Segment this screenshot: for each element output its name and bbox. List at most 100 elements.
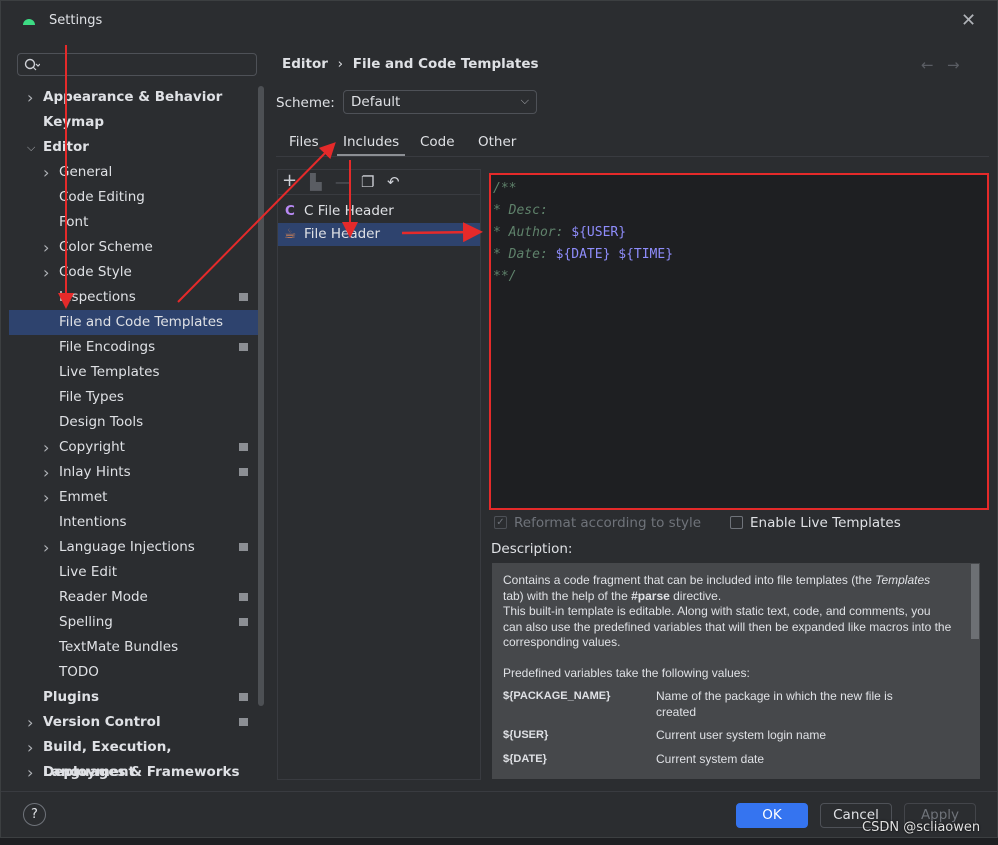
tree-item-label: Code Editing (59, 189, 145, 205)
tree-item-keymap[interactable]: Keymap (9, 110, 264, 135)
chevron-right-icon[interactable]: › (27, 760, 33, 785)
tree-item-todo[interactable]: TODO (9, 660, 264, 685)
chevron-right-icon[interactable]: › (43, 235, 49, 260)
enable-live-templates-checkbox[interactable] (730, 516, 743, 529)
tree-item-reader-mode[interactable]: Reader Mode (9, 585, 264, 610)
code-line: * Desc: (493, 203, 548, 218)
tree-item-build-execution-deployment[interactable]: › Build, Execution, Deployment (9, 735, 264, 780)
project-scope-icon (239, 618, 248, 626)
tree-item-design-tools[interactable]: Design Tools (9, 410, 264, 435)
chevron-right-icon[interactable]: › (43, 160, 49, 185)
tree-item-label: Languages & Frameworks (43, 764, 240, 780)
template-item-c-file-header[interactable]: C C File Header (278, 200, 480, 223)
settings-dialog: Settings ✕ › Appearance & Behavior Keymap ⌵… (0, 0, 998, 838)
tree-item-spelling[interactable]: Spelling (9, 610, 264, 635)
text: Contains a code fragment that can be inc… (503, 573, 876, 587)
tree-item-intentions[interactable]: Intentions (9, 510, 264, 535)
tree-item-font[interactable]: Font (9, 210, 264, 235)
tree-item-live-templates[interactable]: Live Templates (9, 360, 264, 385)
remove-icon[interactable]: — (335, 173, 350, 191)
tree-item-label: Emmet (59, 489, 108, 505)
project-scope-icon (239, 468, 248, 476)
code-line: /** (493, 181, 517, 196)
tab-includes[interactable]: Includes (337, 134, 406, 157)
project-scope-icon (239, 343, 248, 351)
tree-item-label: Live Templates (59, 364, 160, 380)
tree-item-label: Code Style (59, 264, 132, 280)
tree-item-plugins[interactable]: Plugins (9, 685, 264, 710)
tree-item-appearance-behavior[interactable]: › Appearance & Behavior (9, 85, 264, 110)
code-variable: ${USER} (571, 225, 627, 240)
tree-item-language-injections[interactable]: › Language Injections (9, 535, 264, 560)
project-scope-icon (239, 718, 248, 726)
text: tab) with the help of the (503, 588, 632, 603)
tree-item-textmate-bundles[interactable]: TextMate Bundles (9, 635, 264, 660)
tree-item-file-types[interactable]: File Types (9, 385, 264, 410)
template-code-editor[interactable]: /** * Desc: * Author: ${USER} * Date: ${… (489, 173, 989, 510)
scheme-dropdown[interactable]: Default ⌵ (343, 90, 537, 114)
description-text: This built-in template is editable. Alon… (503, 604, 952, 649)
ok-button[interactable]: OK (736, 803, 808, 828)
chevron-down-icon[interactable]: ⌵ (27, 135, 35, 160)
reset-icon[interactable]: ↶ (387, 173, 400, 191)
add-icon[interactable]: + (282, 170, 297, 191)
tree-item-version-control[interactable]: › Version Control (9, 710, 264, 735)
breadcrumb-parent[interactable]: Editor (282, 56, 328, 72)
settings-search-input[interactable] (17, 53, 257, 76)
forward-arrow-icon[interactable]: → (947, 56, 960, 74)
tree-item-code-style[interactable]: › Code Style (9, 260, 264, 285)
tree-item-inspections[interactable]: Inspections (9, 285, 264, 310)
tree-scrollbar[interactable] (258, 86, 264, 706)
variable-row: ${USER} Current user system login name (503, 728, 969, 744)
description-scrollbar[interactable] (971, 564, 979, 639)
chevron-right-icon[interactable]: › (27, 710, 33, 735)
java-cup-icon: ☕ (284, 226, 297, 242)
tree-item-live-edit[interactable]: Live Edit (9, 560, 264, 585)
tree-item-code-editing[interactable]: Code Editing (9, 185, 264, 210)
back-arrow-icon[interactable]: ← (921, 56, 934, 74)
tree-item-color-scheme[interactable]: › Color Scheme (9, 235, 264, 260)
tabs-divider (276, 156, 989, 157)
description-panel: Contains a code fragment that can be inc… (491, 562, 981, 780)
tree-item-label: Font (59, 214, 89, 230)
title-bar: Settings ✕ (1, 1, 997, 41)
chevron-right-icon[interactable]: › (43, 485, 49, 510)
close-icon[interactable]: ✕ (961, 10, 976, 31)
tab-code[interactable]: Code (420, 134, 455, 156)
tree-item-label: File Encodings (59, 339, 156, 355)
tree-item-file-and-code-templates[interactable]: File and Code Templates (9, 310, 264, 335)
tree-item-editor[interactable]: ⌵ Editor (9, 135, 264, 160)
tree-item-copyright[interactable]: › Copyright (9, 435, 264, 460)
tab-files[interactable]: Files (289, 134, 319, 156)
tree-item-general[interactable]: › General (9, 160, 264, 185)
description-label: Description: (491, 541, 573, 557)
tab-other[interactable]: Other (478, 134, 516, 156)
template-item-file-header[interactable]: ☕ File Header (278, 223, 480, 246)
variable-description: Current system date (656, 751, 765, 766)
chevron-down-icon: ⌵ (520, 94, 529, 107)
chevron-right-icon[interactable]: › (43, 460, 49, 485)
footer-divider (1, 791, 997, 792)
chevron-right-icon[interactable]: › (43, 260, 49, 285)
tree-item-label: Reader Mode (59, 589, 148, 605)
code-variable: ${DATE} (555, 247, 611, 262)
tree-item-languages-frameworks[interactable]: › Languages & Frameworks (9, 760, 264, 785)
add-child-icon[interactable]: ▙ (310, 173, 322, 191)
tree-item-emmet[interactable]: › Emmet (9, 485, 264, 510)
code-line: **/ (493, 269, 517, 284)
tree-item-inlay-hints[interactable]: › Inlay Hints (9, 460, 264, 485)
chevron-right-icon[interactable]: › (27, 735, 33, 760)
tree-item-label: Language Injections (59, 539, 195, 555)
copy-icon[interactable]: ❐ (361, 173, 374, 191)
help-button[interactable]: ? (23, 803, 46, 826)
tree-item-file-encodings[interactable]: File Encodings (9, 335, 264, 360)
chevron-right-icon[interactable]: › (43, 435, 49, 460)
chevron-right-icon[interactable]: › (27, 85, 33, 110)
tree-item-label: Version Control (43, 714, 161, 730)
code-comment: * Date: (493, 247, 556, 262)
reformat-checkbox[interactable]: ✓ (494, 516, 507, 529)
chevron-right-icon[interactable]: › (43, 535, 49, 560)
enable-live-templates-label[interactable]: Enable Live Templates (750, 515, 901, 531)
tree-item-label: File and Code Templates (59, 314, 224, 330)
text: #parse (631, 588, 670, 603)
